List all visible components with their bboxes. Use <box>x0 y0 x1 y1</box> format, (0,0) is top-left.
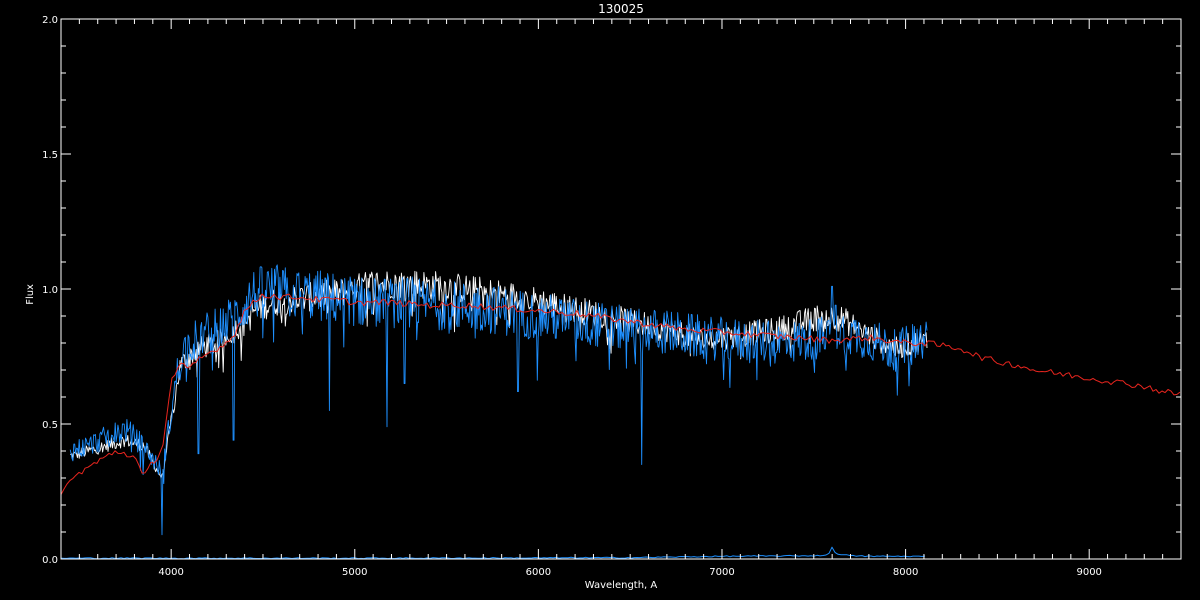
x-tick-label: 5000 <box>342 567 367 578</box>
y-tick-label: 0.0 <box>42 555 58 566</box>
y-tick-label: 2.0 <box>42 15 58 26</box>
spectrum-chart: 4000 5000 6000 7000 8000 90000.00.51.01.52.0 … <box>25 2 1182 591</box>
x-tick-label: 9000 <box>1076 567 1101 578</box>
y-tick-label: 0.5 <box>42 420 58 431</box>
x-tick-label: 6000 <box>526 567 551 578</box>
x-tick-label: 7000 <box>709 567 734 578</box>
y-axis-title: Flux <box>25 284 36 305</box>
x-tick-label: 4000 <box>158 567 183 578</box>
series-layer <box>61 264 1181 559</box>
x-axis-title: Wavelength, A <box>585 580 658 591</box>
spectrum-series-1 <box>69 264 928 536</box>
x-tick-label: 8000 <box>893 567 918 578</box>
y-tick-label: 1.5 <box>42 150 58 161</box>
ticks-layer: 4000 5000 6000 7000 8000 9000 0.0 0.5 1.0 1.5 2.0 <box>42 15 1182 578</box>
y-tick-label: 1.0 <box>42 285 58 296</box>
plot-frame <box>60 18 1182 560</box>
chart-title: 130025 <box>598 2 644 16</box>
